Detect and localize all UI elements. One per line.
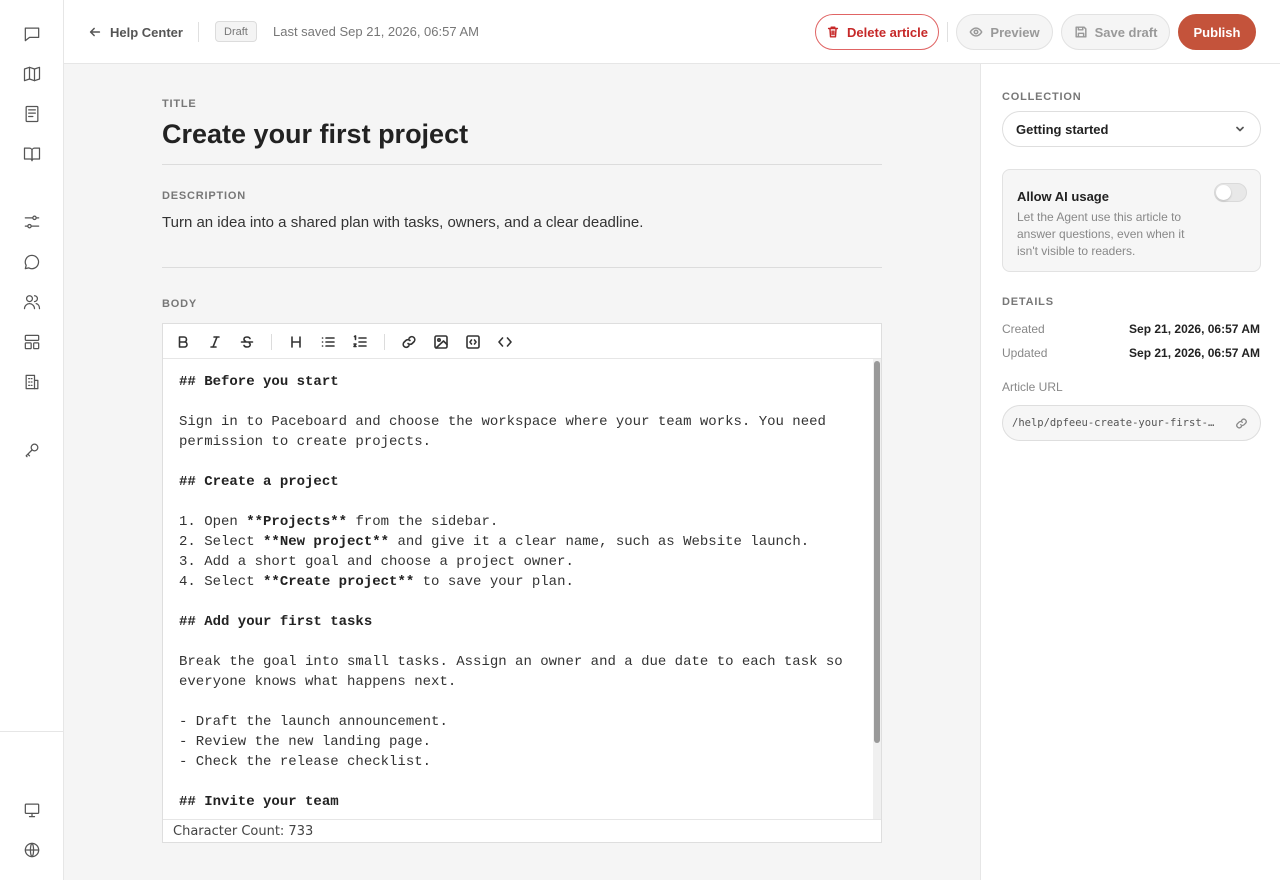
body-line: ## Before you start	[179, 374, 339, 390]
rail-divider	[0, 731, 64, 732]
floppy-disk-icon	[1075, 26, 1087, 38]
editor-scrollbar-thumb[interactable]	[874, 361, 880, 743]
body-line: - Draft the launch announcement.	[179, 714, 448, 730]
bullet-list-icon[interactable]	[318, 332, 338, 352]
topbar-separator	[947, 22, 948, 42]
monitor-icon[interactable]	[20, 798, 44, 822]
collection-value: Getting started	[1016, 121, 1109, 137]
ai-usage-card: Allow AI usage Let the Agent use this ar…	[1002, 169, 1261, 272]
chat-bubble-icon[interactable]	[20, 22, 44, 46]
layout-icon[interactable]	[20, 330, 44, 354]
character-count: Character Count: 733	[163, 819, 881, 842]
ai-usage-description: Let the Agent use this article to answer…	[1017, 210, 1185, 258]
title-input[interactable]: Create your first project	[162, 119, 468, 150]
code-icon[interactable]	[495, 332, 515, 352]
back-to-help-center-link[interactable]: Help Center	[88, 22, 183, 42]
body-line	[179, 452, 857, 472]
updated-value: Sep 21, 2026, 06:57 AM	[1129, 346, 1260, 360]
delete-article-button[interactable]: Delete article	[815, 14, 939, 50]
toolbar-separator	[271, 334, 272, 350]
map-icon[interactable]	[20, 62, 44, 86]
collection-label: COLLECTION	[1002, 91, 1082, 103]
body-line	[179, 392, 857, 412]
body-line: Break the goal into small tasks. Assign …	[179, 654, 843, 670]
body-line: 1. Open **Projects** from the sidebar.	[179, 514, 499, 530]
description-input[interactable]: Turn an idea into a shared plan with tas…	[162, 214, 643, 231]
building-icon[interactable]	[20, 370, 44, 394]
details-label: DETAILS	[1002, 296, 1054, 308]
description-label: DESCRIPTION	[162, 190, 246, 202]
body-line	[179, 632, 857, 652]
updated-label: Updated	[1002, 346, 1048, 360]
publish-button[interactable]: Publish	[1178, 14, 1256, 50]
message-circle-icon[interactable]	[20, 250, 44, 274]
body-line: - Review the new landing page.	[179, 734, 432, 750]
created-label: Created	[1002, 322, 1045, 336]
bold-icon[interactable]	[173, 332, 193, 352]
article-editor: TITLE Create your first project DESCRIPT…	[64, 64, 980, 880]
body-line	[179, 772, 857, 792]
body-label: BODY	[162, 298, 197, 310]
preview-button[interactable]: Preview	[956, 14, 1053, 50]
body-line	[179, 492, 857, 512]
body-line: ## Create a project	[179, 474, 339, 490]
body-line	[179, 692, 857, 712]
save-draft-label: Save draft	[1094, 24, 1158, 40]
ai-usage-toggle[interactable]	[1214, 183, 1247, 202]
embed-icon[interactable]	[463, 332, 483, 352]
description-divider	[162, 267, 882, 268]
chevron-down-icon	[1236, 126, 1244, 132]
toggle-knob	[1216, 185, 1231, 200]
article-settings-sidebar: COLLECTION Getting started Allow AI usag…	[980, 64, 1280, 880]
body-line	[179, 592, 857, 612]
collection-select[interactable]: Getting started	[1002, 111, 1261, 147]
created-value: Sep 21, 2026, 06:57 AM	[1129, 322, 1260, 336]
topbar-separator	[198, 22, 199, 42]
trash-icon	[827, 26, 839, 38]
italic-icon[interactable]	[205, 332, 225, 352]
preview-label: Preview	[990, 24, 1040, 40]
body-textarea[interactable]: ## Before you start Sign in to Paceboard …	[163, 359, 873, 819]
formatting-toolbar	[163, 324, 881, 359]
title-label: TITLE	[162, 98, 197, 110]
body-line: everyone knows what happens next.	[179, 674, 457, 690]
toolbar-separator	[384, 334, 385, 350]
newspaper-icon[interactable]	[20, 102, 44, 126]
body-line: Sign in to Paceboard and choose the work…	[179, 414, 826, 430]
body-line: ## Invite your team	[179, 794, 339, 810]
image-icon[interactable]	[431, 332, 451, 352]
key-icon[interactable]	[20, 438, 44, 462]
article-url-label: Article URL	[1002, 380, 1063, 394]
body-line: - Check the release checklist.	[179, 754, 432, 770]
book-open-icon[interactable]	[20, 142, 44, 166]
eye-icon	[969, 27, 983, 37]
numbered-list-icon[interactable]	[350, 332, 370, 352]
icon-rail	[0, 0, 64, 880]
copy-link-icon[interactable]	[1235, 417, 1248, 430]
editor-scrollbar[interactable]	[873, 359, 881, 819]
sliders-icon[interactable]	[20, 210, 44, 234]
title-divider	[162, 164, 882, 165]
body-line: 2. Select **New project** and give it a …	[179, 534, 810, 550]
body-line: 4. Select **Create project** to save you…	[179, 574, 574, 590]
body-line: permission to create projects.	[179, 434, 432, 450]
body-line: 3. Add a short goal and choose a project…	[179, 554, 574, 570]
arrow-left-icon	[89, 27, 101, 37]
body-line: ## Add your first tasks	[179, 614, 373, 630]
back-label: Help Center	[110, 24, 183, 40]
article-url-field[interactable]: /help/dpfeeu-create-your-first-project	[1002, 405, 1261, 441]
last-saved-text: Last saved Sep 21, 2026, 06:57 AM	[273, 24, 479, 39]
link-icon[interactable]	[399, 332, 419, 352]
heading-icon[interactable]	[286, 332, 306, 352]
globe-icon[interactable]	[20, 838, 44, 862]
ai-usage-title: Allow AI usage	[1017, 189, 1109, 204]
status-badge: Draft	[215, 21, 257, 42]
delete-article-label: Delete article	[847, 24, 928, 40]
markdown-editor: ## Before you start Sign in to Paceboard …	[162, 323, 882, 843]
strikethrough-icon[interactable]	[237, 332, 257, 352]
users-icon[interactable]	[20, 290, 44, 314]
top-bar: Help Center Draft Last saved Sep 21, 202…	[64, 0, 1280, 64]
save-draft-button[interactable]: Save draft	[1061, 14, 1170, 50]
article-url-value: /help/dpfeeu-create-your-first-project	[1012, 417, 1220, 429]
